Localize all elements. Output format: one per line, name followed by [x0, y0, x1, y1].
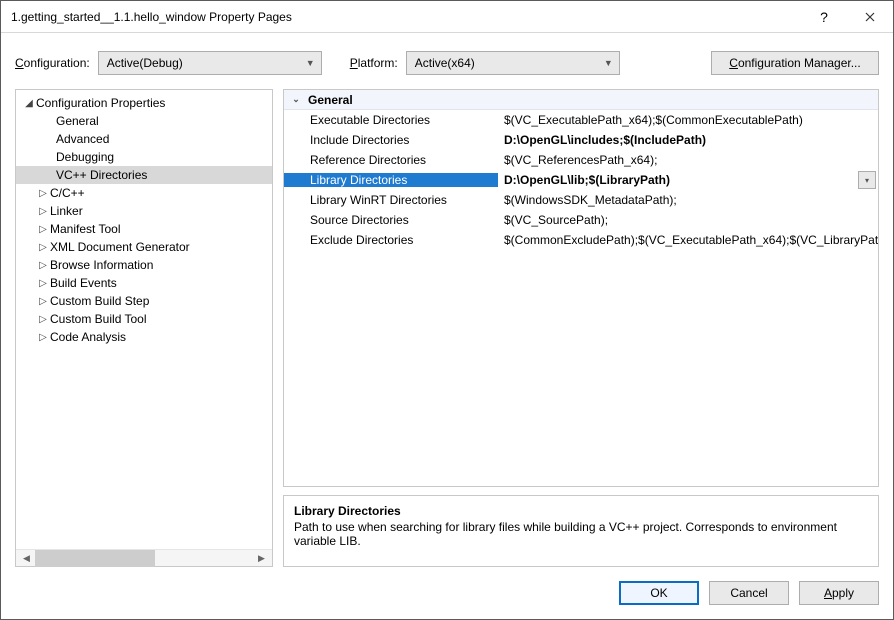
grid-row-value[interactable]: $(WindowsSDK_MetadataPath); — [498, 193, 878, 207]
grid-row[interactable]: Source Directories$(VC_SourcePath);▾ — [284, 210, 878, 230]
tree-item-label: VC++ Directories — [56, 168, 147, 182]
grid-row-label: Executable Directories — [284, 113, 498, 127]
expand-icon[interactable]: ▷ — [36, 224, 50, 235]
tree-item[interactable]: ▷Linker — [16, 202, 272, 220]
grid-group-header[interactable]: ⌄ General — [284, 90, 878, 110]
grid-row[interactable]: Include DirectoriesD:\OpenGL\includes;$(… — [284, 130, 878, 150]
grid-row-label: Include Directories — [284, 133, 498, 147]
configuration-value: Active(Debug) — [107, 56, 183, 70]
scroll-left-icon[interactable]: ◀ — [18, 550, 35, 567]
property-pages-dialog: 1.getting_started__1.1.hello_window Prop… — [0, 0, 894, 620]
tree-item-label: Advanced — [56, 132, 109, 146]
platform-dropdown[interactable]: Active(x64) ▼ — [406, 51, 620, 75]
chevron-down-icon: ▼ — [306, 58, 315, 68]
tree-item[interactable]: ▷XML Document Generator — [16, 238, 272, 256]
tree-item[interactable]: Advanced — [16, 130, 272, 148]
grid-row-label: Library Directories — [284, 173, 498, 187]
expand-icon[interactable]: ▷ — [36, 278, 50, 289]
close-icon — [865, 12, 875, 22]
grid-row[interactable]: Library WinRT Directories$(WindowsSDK_Me… — [284, 190, 878, 210]
tree-item[interactable]: ▷Custom Build Step — [16, 292, 272, 310]
configuration-dropdown[interactable]: Active(Debug) ▼ — [98, 51, 322, 75]
property-grid[interactable]: ⌄ General Executable Directories$(VC_Exe… — [283, 89, 879, 487]
chevron-down-icon: ▼ — [604, 58, 613, 68]
platform-value: Active(x64) — [415, 56, 475, 70]
tree-item-label: Custom Build Step — [50, 294, 149, 308]
expand-icon[interactable]: ▷ — [36, 260, 50, 271]
tree-item-label: Browse Information — [50, 258, 153, 272]
tree-item[interactable]: ▷Build Events — [16, 274, 272, 292]
titlebar: 1.getting_started__1.1.hello_window Prop… — [1, 1, 893, 33]
scrollbar-thumb[interactable] — [35, 550, 155, 567]
grid-row-value[interactable]: D:\OpenGL\includes;$(IncludePath) — [498, 133, 878, 147]
tree-item[interactable]: ▷Code Analysis — [16, 328, 272, 346]
tree-item-label: Debugging — [56, 150, 114, 164]
grid-group-label: General — [308, 93, 353, 107]
expand-icon[interactable]: ▷ — [36, 242, 50, 253]
collapse-icon[interactable]: ⌄ — [290, 94, 302, 105]
dialog-footer: OK Cancel Apply — [1, 571, 893, 619]
grid-row-label: Exclude Directories — [284, 233, 498, 247]
grid-row-value[interactable]: $(CommonExcludePath);$(VC_ExecutablePath… — [498, 233, 878, 247]
expand-icon[interactable]: ▷ — [36, 296, 50, 307]
tree-item-label: Custom Build Tool — [50, 312, 147, 326]
expand-icon[interactable]: ▷ — [36, 188, 50, 199]
cancel-button[interactable]: Cancel — [709, 581, 789, 605]
expand-icon[interactable]: ▷ — [36, 206, 50, 217]
tree-root-label: Configuration Properties — [36, 96, 165, 110]
grid-row[interactable]: Executable Directories$(VC_ExecutablePat… — [284, 110, 878, 130]
grid-row-label: Source Directories — [284, 213, 498, 227]
grid-row-label: Library WinRT Directories — [284, 193, 498, 207]
config-row: Configuration: Active(Debug) ▼ Platform:… — [1, 33, 893, 89]
grid-body: Executable Directories$(VC_ExecutablePat… — [284, 110, 878, 250]
tree-item-label: Linker — [50, 204, 83, 218]
expand-icon[interactable]: ▷ — [36, 314, 50, 325]
tree-root[interactable]: ◢ Configuration Properties — [16, 94, 272, 112]
ok-button[interactable]: OK — [619, 581, 699, 605]
grid-row-value[interactable]: $(VC_ExecutablePath_x64);$(CommonExecuta… — [498, 113, 878, 127]
configuration-label: Configuration: — [15, 56, 90, 70]
tree-item-label: General — [56, 114, 99, 128]
tree-item[interactable]: Debugging — [16, 148, 272, 166]
tree-item[interactable]: ▷Manifest Tool — [16, 220, 272, 238]
grid-row-label: Reference Directories — [284, 153, 498, 167]
description-text: Path to use when searching for library f… — [294, 520, 868, 548]
tree-pane: ◢ Configuration Properties General Advanc… — [15, 89, 273, 567]
grid-row[interactable]: Library DirectoriesD:\OpenGL\lib;$(Libra… — [284, 170, 878, 190]
tree-item-label: Code Analysis — [50, 330, 126, 344]
tree-item[interactable]: ▷Custom Build Tool — [16, 310, 272, 328]
help-button[interactable]: ? — [801, 1, 847, 33]
grid-row-value[interactable]: $(VC_ReferencesPath_x64); — [498, 153, 878, 167]
config-tree[interactable]: ◢ Configuration Properties General Advanc… — [16, 90, 272, 549]
tree-item[interactable]: VC++ Directories — [16, 166, 272, 184]
horizontal-scrollbar[interactable]: ◀ ▶ — [16, 549, 272, 566]
configuration-manager-button[interactable]: Configuration Manager... — [711, 51, 879, 75]
tree-item[interactable]: General — [16, 112, 272, 130]
right-pane: ⌄ General Executable Directories$(VC_Exe… — [283, 89, 879, 567]
tree-item-label: Build Events — [50, 276, 117, 290]
tree-item-label: Manifest Tool — [50, 222, 120, 236]
collapse-icon[interactable]: ◢ — [22, 98, 36, 109]
expand-icon[interactable]: ▷ — [36, 332, 50, 343]
description-box: Library Directories Path to use when sea… — [283, 495, 879, 567]
tree-item-label: XML Document Generator — [50, 240, 190, 254]
grid-row-value[interactable]: D:\OpenGL\lib;$(LibraryPath) — [498, 173, 858, 187]
scroll-right-icon[interactable]: ▶ — [253, 550, 270, 567]
grid-row[interactable]: Reference Directories$(VC_ReferencesPath… — [284, 150, 878, 170]
platform-label: Platform: — [350, 56, 398, 70]
dialog-body: ◢ Configuration Properties General Advanc… — [1, 89, 893, 571]
description-title: Library Directories — [294, 504, 868, 518]
grid-row[interactable]: Exclude Directories$(CommonExcludePath);… — [284, 230, 878, 250]
tree-item[interactable]: ▷Browse Information — [16, 256, 272, 274]
grid-row-value[interactable]: $(VC_SourcePath); — [498, 213, 878, 227]
tree-item-label: C/C++ — [50, 186, 85, 200]
apply-button[interactable]: Apply — [799, 581, 879, 605]
close-button[interactable] — [847, 1, 893, 33]
chevron-down-icon[interactable]: ▾ — [858, 171, 876, 189]
tree-item[interactable]: ▷C/C++ — [16, 184, 272, 202]
window-title: 1.getting_started__1.1.hello_window Prop… — [11, 10, 801, 24]
